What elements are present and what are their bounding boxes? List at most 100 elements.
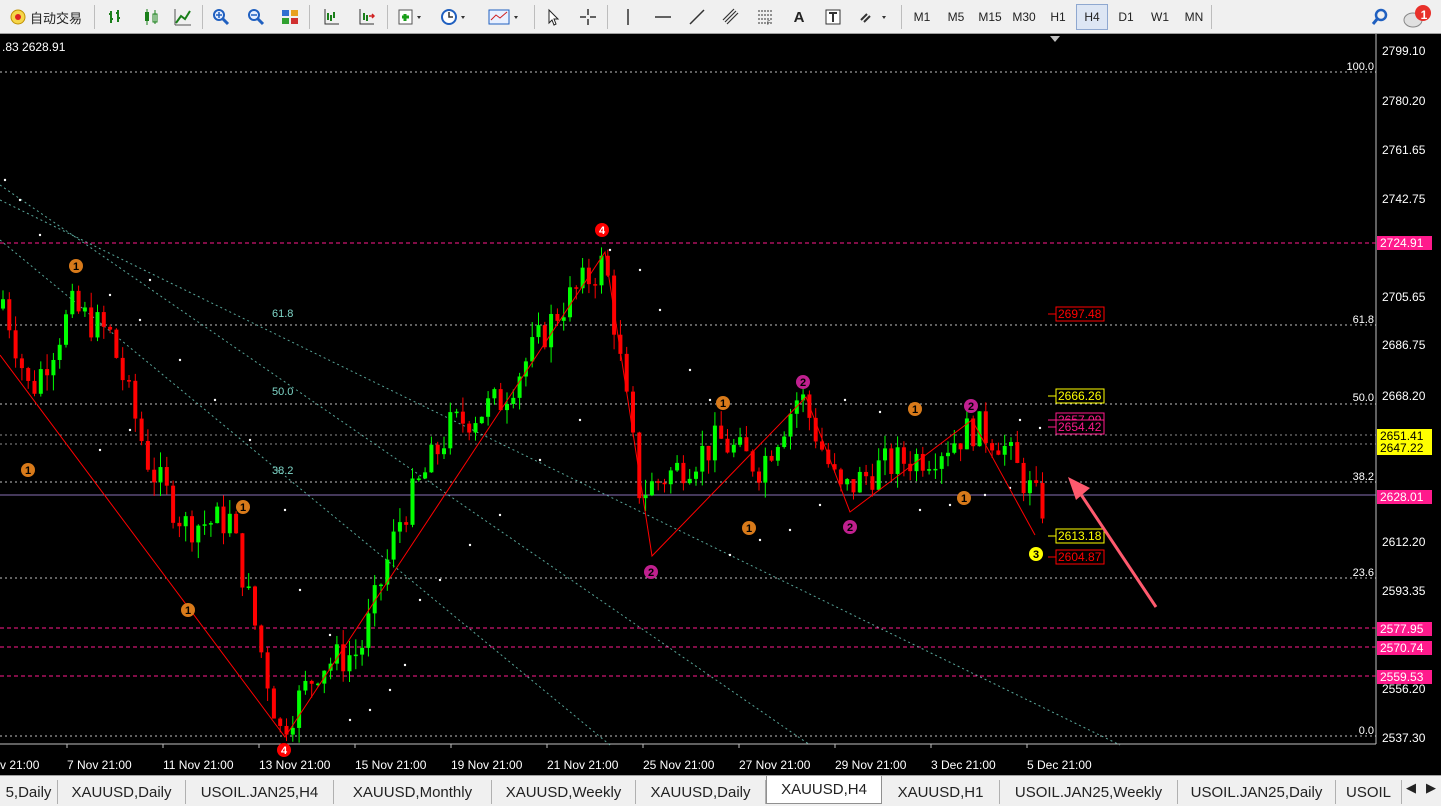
chart-area[interactable]: 4 3 2 2 2 2 1 1 1 1 1 1 1 1 4 .83 2628.91 61.8 50.0 38.2 10… [0,34,1441,775]
text-icon[interactable]: A [786,4,812,30]
sar-dot [418,598,422,602]
sar-dot [283,508,287,512]
chart-shift-icon[interactable] [318,4,344,30]
crosshair-icon[interactable] [575,4,601,30]
candle-body [139,418,144,442]
candle-body [996,450,1001,455]
candle-body [19,358,24,369]
candle-body [479,416,484,424]
zoom-in-icon[interactable] [208,4,234,30]
candle-body [1027,480,1032,494]
timeframe-mn-button[interactable]: MN [1178,4,1210,30]
scroll-left-icon[interactable]: ◀ [1401,780,1421,804]
candle-body [64,314,68,345]
price-chart[interactable]: 4 3 2 2 2 2 1 1 1 1 1 1 1 1 4 .83 2628.91 61.8 50.0 38.2 10… [0,34,1441,775]
price-tag: 2647.22 [1380,441,1424,455]
fib-label-right: 38.2 [1353,471,1374,483]
fibonacci-icon[interactable]: F [752,4,778,30]
candle-body [561,317,566,321]
price-tag: 2570.74 [1380,641,1424,655]
arrows-icon[interactable] [854,4,894,30]
chart-tab[interactable]: USOIL.JAN25,Weekly [1000,780,1178,804]
templates-icon[interactable] [484,4,526,30]
text-label-icon[interactable] [820,4,846,30]
timeframe-m1-button[interactable]: M1 [906,4,938,30]
tab-scroll-buttons[interactable]: ◀ ▶ [1401,780,1441,804]
candle-body [473,423,478,433]
wave-label: 1 [73,261,79,273]
candle-body [889,448,894,474]
fib-label-right: 23.6 [1353,567,1374,579]
candle-body [397,522,402,532]
timeframe-d1-button[interactable]: D1 [1110,4,1142,30]
candle-body [706,445,711,461]
sar-dot [108,293,112,297]
sar-dot [983,493,987,497]
candle-body [574,287,579,289]
candle-body [643,495,648,499]
candle-body [435,444,440,455]
level-tag: 2613.18 [1058,529,1102,543]
notifications-button[interactable]: 1 [1400,4,1434,30]
candlestick-icon[interactable] [138,4,164,30]
timeframe-m30-button[interactable]: M30 [1008,4,1040,30]
chart-tab[interactable]: XAUUSD,Daily [58,780,186,804]
periods-clock-icon[interactable] [437,4,473,30]
annotation-arrow-shaft [1074,486,1158,608]
chart-tab[interactable]: XAUUSD,Daily [636,780,766,804]
bar-chart-icon[interactable] [103,4,129,30]
trendline-icon[interactable] [684,4,710,30]
candle-body [57,344,62,360]
candle-body [505,403,509,411]
sar-dot [728,553,732,557]
horizontal-line-icon[interactable] [650,4,676,30]
chart-tab[interactable]: XAUUSD,H1 [882,780,1000,804]
candle-body [927,469,932,471]
sar-dot [538,458,542,462]
candle-body [750,451,755,472]
timeframe-m5-button[interactable]: M5 [940,4,972,30]
zoom-out-icon[interactable] [243,4,269,30]
vertical-line-icon[interactable] [615,4,641,30]
level-tag: 2604.87 [1058,550,1102,564]
cursor-icon[interactable] [540,4,566,30]
tile-windows-icon[interactable] [277,4,303,30]
timeframe-m15-button[interactable]: M15 [974,4,1006,30]
wave-label: 1 [720,398,726,410]
equidistant-channel-icon[interactable] [718,4,744,30]
candle-body [127,380,131,382]
notification-count: 1 [1420,8,1428,22]
timeframe-h1-button[interactable]: H1 [1042,4,1074,30]
chart-tab[interactable]: XAUUSD,Weekly [492,780,636,804]
chart-tab[interactable]: XAUUSD,H4 [766,776,882,804]
chart-tab[interactable]: USOIL.JAN25,H4 [186,780,334,804]
scroll-right-icon[interactable]: ▶ [1421,780,1441,804]
wave-label: 2 [800,377,806,389]
candle-body [215,506,220,524]
candle-body [120,357,125,381]
candle-body [1034,480,1039,483]
sar-dot [468,543,472,547]
wave-label: 1 [912,404,918,416]
search-icon[interactable] [1367,4,1393,30]
price-tag: 2628.01 [1380,490,1424,504]
autotrade-button[interactable]: 自动交易 [3,4,88,30]
sar-dot [128,428,132,432]
candle-body [366,613,371,648]
chart-tab[interactable]: USOIL [1336,780,1402,804]
sar-dot [328,633,332,637]
chart-tab[interactable]: USOIL.JAN25,Daily [1178,780,1336,804]
time-axis-label: 3 Dec 21:00 [931,758,996,772]
new-indicator-icon[interactable] [393,4,429,30]
channel-line [0,184,811,746]
line-chart-icon[interactable] [170,4,196,30]
timeframe-h4-button[interactable]: H4 [1076,4,1108,30]
price-tag: 2724.91 [1380,236,1424,250]
chart-tab[interactable]: XAUUSD,Monthly [334,780,492,804]
price-axis-label: 2686.75 [1382,338,1426,352]
sar-dot [638,268,642,272]
timeframe-w1-button[interactable]: W1 [1144,4,1176,30]
candle-body [593,284,598,286]
chart-tab[interactable]: 5,Daily [0,780,58,804]
autoscroll-icon[interactable] [353,4,379,30]
